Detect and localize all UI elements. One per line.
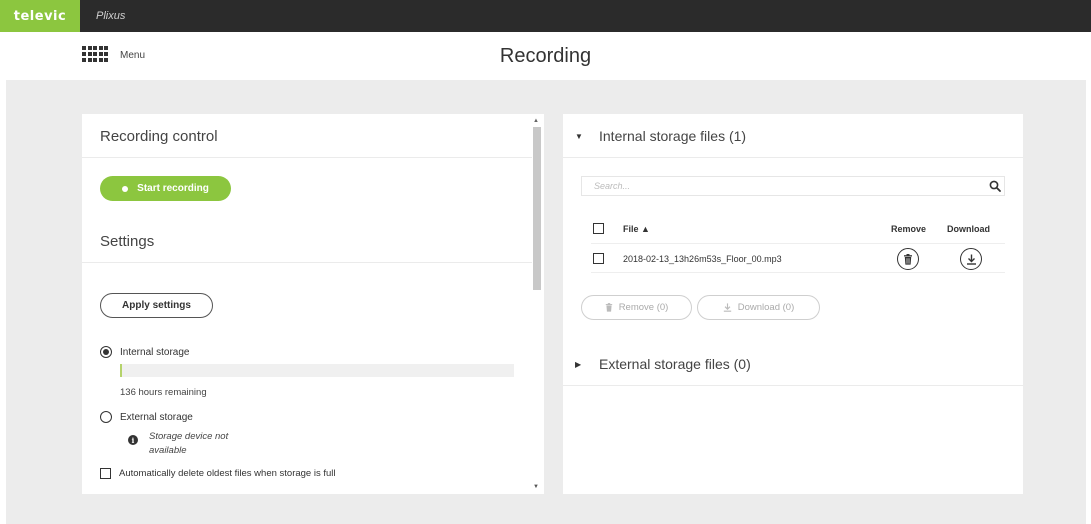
start-recording-label: Start recording (137, 183, 209, 194)
divider (82, 262, 532, 263)
files-table-header: File ▲ Remove Download (593, 222, 1005, 244)
recording-control-title: Recording control (100, 128, 218, 145)
radio-unselected-icon (100, 411, 112, 423)
scrollbar-thumb[interactable] (533, 127, 541, 290)
external-storage-radio[interactable]: External storage (100, 411, 193, 423)
auto-delete-checkbox[interactable] (100, 468, 111, 479)
info-icon: i (128, 435, 138, 445)
divider (591, 272, 1005, 273)
divider (563, 157, 1023, 158)
download-icon (966, 254, 976, 265)
download-selected-label: Download (0) (737, 302, 795, 313)
search-input[interactable] (581, 176, 1005, 196)
apply-settings-button[interactable]: Apply settings (100, 293, 213, 318)
search-icon[interactable] (989, 180, 1001, 192)
storage-usage-fill (120, 364, 122, 377)
radio-selected-icon (100, 346, 112, 358)
auto-delete-label: Automatically delete oldest files when s… (119, 468, 336, 479)
column-remove: Remove (891, 224, 927, 234)
download-selected-button[interactable]: Download (0) (697, 295, 820, 320)
download-icon (723, 303, 731, 312)
divider (563, 385, 1023, 386)
select-all-checkbox[interactable] (593, 223, 604, 234)
storage-note-text: Storage device not available (149, 431, 229, 456)
page-title: Recording (499, 45, 592, 67)
remove-file-button[interactable] (897, 248, 919, 270)
external-files-title: External storage files (0) (599, 356, 751, 372)
record-dot-icon (122, 185, 129, 192)
app-name: Plixus (96, 10, 126, 22)
divider (591, 243, 1005, 244)
external-files-header[interactable]: ▶ External storage files (0) (575, 356, 751, 372)
external-storage-note: i Storage device not available (128, 430, 249, 458)
row-checkbox[interactable] (593, 253, 604, 264)
settings-scrollbar[interactable]: ▲ ▼ (530, 114, 544, 494)
internal-storage-label: Internal storage (120, 346, 190, 358)
page-header: Menu Recording (0, 32, 1091, 80)
column-download: Download (947, 224, 990, 234)
trash-icon (904, 253, 912, 265)
scroll-down-icon[interactable]: ▼ (533, 484, 539, 490)
storage-usage-bar (120, 364, 514, 377)
external-storage-label: External storage (120, 411, 193, 423)
download-file-button[interactable] (960, 248, 982, 270)
internal-files-title: Internal storage files (1) (599, 128, 747, 144)
divider (82, 157, 532, 158)
internal-storage-radio[interactable]: Internal storage (100, 346, 190, 358)
remove-selected-button[interactable]: Remove (0) (581, 295, 692, 320)
scroll-up-icon[interactable]: ▲ (533, 118, 539, 124)
table-row: 2018-02-13_13h26m53s_Floor_00.mp3 (593, 248, 1005, 272)
top-bar: televic Plixus (0, 0, 1091, 32)
storage-files-panel: ▼ Internal storage files (1) File ▲ Remo… (563, 114, 1023, 494)
auto-delete-option[interactable]: Automatically delete oldest files when s… (100, 468, 336, 479)
remove-selected-label: Remove (0) (618, 302, 669, 313)
file-name: 2018-02-13_13h26m53s_Floor_00.mp3 (623, 254, 782, 264)
recording-settings-panel: Recording control Start recording Settin… (82, 114, 544, 494)
triangle-right-icon: ▶ (575, 359, 582, 369)
internal-files-header[interactable]: ▼ Internal storage files (1) (575, 128, 746, 144)
settings-title: Settings (100, 233, 155, 250)
televic-logo: televic (0, 0, 80, 32)
column-file-sort[interactable]: File ▲ (623, 224, 650, 234)
start-recording-button[interactable]: Start recording (100, 176, 231, 201)
triangle-down-icon: ▼ (575, 131, 583, 141)
hours-remaining: 136 hours remaining (120, 387, 207, 398)
trash-icon (605, 303, 612, 312)
